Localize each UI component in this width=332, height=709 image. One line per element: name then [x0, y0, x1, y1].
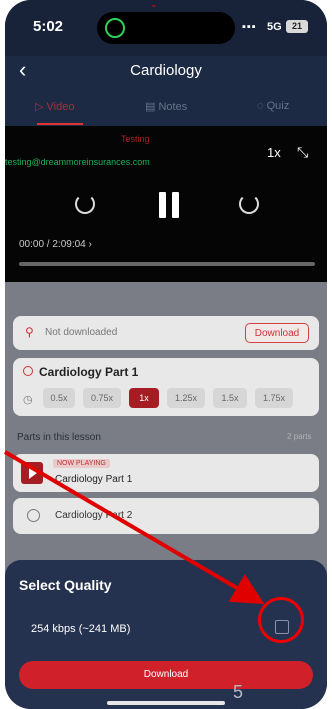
annotation-arrow	[3, 450, 265, 605]
annotation-arrow-line	[3, 450, 265, 605]
